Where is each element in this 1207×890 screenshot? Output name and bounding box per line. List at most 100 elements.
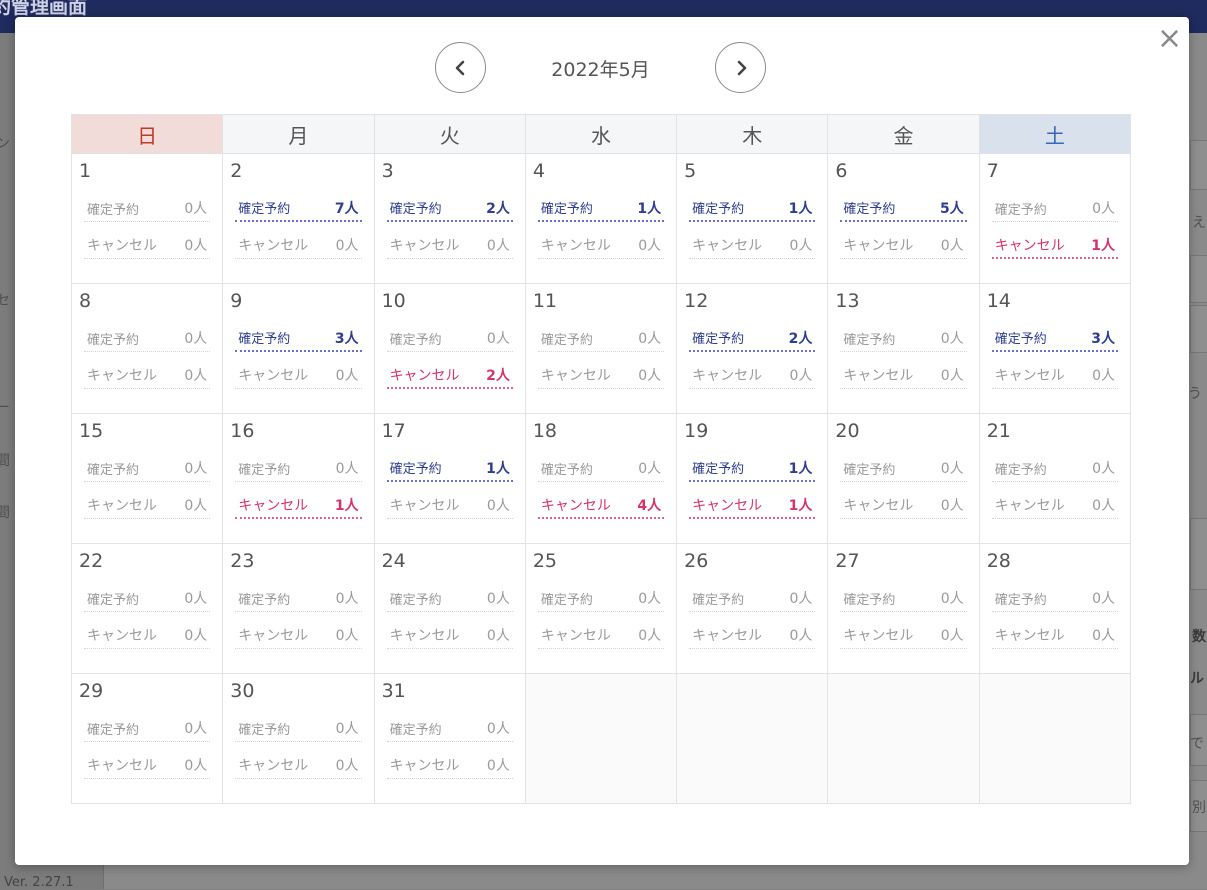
confirmed-reservation-row: 確定予約 0人 xyxy=(84,195,211,222)
confirmed-count: 1人 xyxy=(788,460,813,477)
cancel-row[interactable]: キャンセル 4人 xyxy=(537,492,665,519)
cancel-label: キャンセル xyxy=(692,238,763,254)
confirmed-count: 1人 xyxy=(486,460,510,477)
day-cell: 7 確定予約 0人 キャンセル 1人 xyxy=(978,153,1132,284)
day-number: 3 xyxy=(381,160,394,182)
confirmed-reservation-row[interactable]: 確定予約 2人 xyxy=(689,325,816,352)
confirmed-reservation-row[interactable]: 確定予約 1人 xyxy=(386,455,513,482)
week-row: 22 確定予約 0人 キャンセル 0人 23 確定予約 0人 キャンセル 0人 24 確定予約 0人 キャ… xyxy=(70,543,1132,674)
cancel-label: キャンセル xyxy=(692,497,763,514)
confirmed-reservation-row: 確定予約 0人 xyxy=(840,585,967,612)
confirmed-count: 1人 xyxy=(788,200,813,217)
confirmed-label: 確定予約 xyxy=(540,202,593,217)
cancel-label: キャンセル xyxy=(540,628,611,644)
confirmed-reservation-row[interactable]: 確定予約 5人 xyxy=(840,195,967,222)
month-title: 2022年5月 xyxy=(551,59,650,81)
empty-day-cell xyxy=(978,673,1132,804)
confirmed-reservation-row[interactable]: 確定予約 7人 xyxy=(235,195,362,222)
confirmed-reservation-row[interactable]: 確定予約 1人 xyxy=(537,195,665,222)
confirmed-label: 確定予約 xyxy=(389,202,442,217)
day-number: 16 xyxy=(230,420,255,442)
day-number: 29 xyxy=(79,680,104,702)
confirmed-label: 確定予約 xyxy=(389,722,442,738)
confirmed-count: 0人 xyxy=(1092,461,1115,477)
confirmed-reservation-row[interactable]: 確定予約 3人 xyxy=(235,325,362,352)
cancel-label: キャンセル xyxy=(238,497,309,514)
cancel-count: 0人 xyxy=(184,238,208,254)
confirmed-count: 0人 xyxy=(789,591,813,607)
confirmed-label: 確定予約 xyxy=(540,592,593,608)
background-sidebar-fragment: ー xyxy=(0,400,10,416)
confirmed-label: 確定予約 xyxy=(238,332,291,347)
cancel-count: 0人 xyxy=(638,368,662,384)
next-month-button[interactable] xyxy=(715,42,766,93)
cancel-row: キャンセル 0人 xyxy=(235,362,362,389)
cancel-row: キャンセル 0人 xyxy=(386,752,513,779)
cancel-row[interactable]: キャンセル 1人 xyxy=(991,232,1118,259)
cancel-row: キャンセル 0人 xyxy=(689,622,816,649)
confirmed-reservation-row[interactable]: 確定予約 3人 xyxy=(991,325,1118,352)
confirmed-reservation-row: 確定予約 0人 xyxy=(537,585,665,612)
cancel-count: 0人 xyxy=(940,498,964,514)
cancel-count: 0人 xyxy=(486,498,510,514)
cancel-label: キャンセル xyxy=(389,367,460,384)
cancel-row[interactable]: キャンセル 1人 xyxy=(235,492,362,519)
cancel-count: 0人 xyxy=(486,628,510,644)
background-right-fragment: ル xyxy=(1190,671,1204,687)
day-cell: 25 確定予約 0人 キャンセル 0人 xyxy=(524,543,678,674)
confirmed-count: 0人 xyxy=(940,461,964,477)
day-cell: 26 確定予約 0人 キャンセル 0人 xyxy=(676,543,829,674)
confirmed-label: 確定予約 xyxy=(692,462,745,477)
confirmed-label: 確定予約 xyxy=(389,332,442,348)
confirmed-count: 0人 xyxy=(638,591,662,607)
close-icon: × xyxy=(1157,21,1183,56)
cancel-label: キャンセル xyxy=(994,628,1065,644)
background-right-fragment: 数 xyxy=(1192,629,1206,645)
confirmed-label: 確定予約 xyxy=(692,202,745,217)
empty-day-cell xyxy=(827,673,980,804)
cancel-label: キャンセル xyxy=(540,368,611,384)
cancel-row: キャンセル 0人 xyxy=(84,232,211,259)
confirmed-reservation-row[interactable]: 確定予約 2人 xyxy=(386,195,513,222)
confirmed-label: 確定予約 xyxy=(87,202,140,218)
cancel-row: キャンセル 0人 xyxy=(991,622,1118,649)
cancel-count: 0人 xyxy=(1092,498,1115,514)
cancel-count: 2人 xyxy=(486,367,510,384)
confirmed-reservation-row: 確定予約 0人 xyxy=(84,585,211,612)
confirmed-reservation-row[interactable]: 確定予約 1人 xyxy=(689,455,816,482)
cancel-row: キャンセル 0人 xyxy=(991,492,1118,519)
confirmed-reservation-row: 確定予約 0人 xyxy=(840,455,967,482)
confirmed-count: 3人 xyxy=(334,330,359,347)
confirmed-count: 0人 xyxy=(486,591,510,607)
confirmed-reservation-row: 確定予約 0人 xyxy=(386,325,513,352)
confirmed-reservation-row[interactable]: 確定予約 1人 xyxy=(689,195,816,222)
confirmed-label: 確定予約 xyxy=(843,202,896,217)
day-cell: 18 確定予約 0人 キャンセル 4人 xyxy=(524,413,678,544)
confirmed-reservation-row: 確定予約 0人 xyxy=(84,455,211,482)
day-number: 21 xyxy=(986,420,1011,442)
day-number: 5 xyxy=(684,160,697,182)
confirmed-label: 確定予約 xyxy=(389,462,442,477)
close-button[interactable]: × xyxy=(1157,24,1182,54)
confirmed-reservation-row: 確定予約 0人 xyxy=(991,195,1118,222)
cancel-count: 0人 xyxy=(1092,368,1115,384)
background-right-fragment: う xyxy=(1188,386,1202,402)
cancel-label: キャンセル xyxy=(87,758,157,774)
prev-month-button[interactable] xyxy=(435,42,486,93)
cancel-label: キャンセル xyxy=(238,758,309,774)
day-number: 23 xyxy=(230,550,255,572)
confirmed-reservation-row: 確定予約 0人 xyxy=(235,715,362,742)
day-number: 9 xyxy=(230,290,243,312)
confirmed-label: 確定予約 xyxy=(238,722,291,738)
cancel-count: 0人 xyxy=(789,368,813,384)
cancel-row[interactable]: キャンセル 1人 xyxy=(689,492,816,519)
background-right-fragment: で xyxy=(1190,736,1204,752)
cancel-label: キャンセル xyxy=(692,628,763,644)
day-number: 18 xyxy=(532,420,558,442)
day-number: 2 xyxy=(230,160,243,182)
cancel-row: キャンセル 0人 xyxy=(537,622,665,649)
confirmed-label: 確定予約 xyxy=(87,332,140,348)
confirmed-label: 確定予約 xyxy=(843,332,896,348)
cancel-row[interactable]: キャンセル 2人 xyxy=(386,362,513,389)
confirmed-count: 2人 xyxy=(788,330,813,347)
